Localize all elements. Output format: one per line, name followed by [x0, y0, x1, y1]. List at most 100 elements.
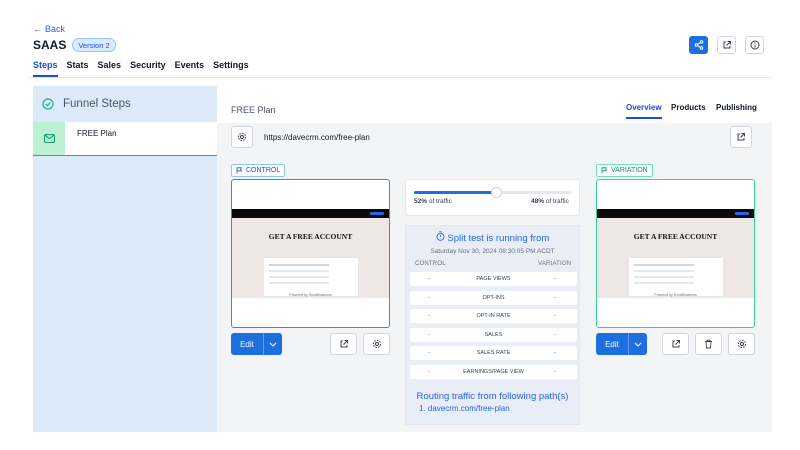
control-traffic: 52% of traffic	[414, 198, 452, 205]
traffic-slider-handle[interactable]	[490, 187, 502, 198]
metric-name: SALES	[484, 332, 503, 338]
tab-events[interactable]: Events	[175, 60, 205, 77]
variation-open-button[interactable]	[662, 333, 689, 355]
gear-icon	[737, 339, 746, 349]
open-external-button[interactable]	[717, 36, 736, 54]
preview-footer: Powered by SmallBusiness	[289, 293, 332, 297]
control-edit-dropdown[interactable]	[263, 333, 282, 355]
url-settings-button[interactable]	[231, 126, 253, 148]
variation-edit-dropdown[interactable]	[628, 333, 647, 355]
traffic-slider[interactable]	[414, 187, 572, 198]
email-icon	[33, 122, 65, 155]
metric-variation: -	[554, 295, 556, 301]
metric-row: - PAGE VIEWS -	[410, 272, 577, 286]
page-title: SAAS	[33, 38, 67, 52]
preview-navbar	[597, 209, 754, 218]
open-url-button[interactable]	[730, 126, 752, 148]
flag-icon	[236, 167, 243, 174]
preview-form	[628, 257, 724, 297]
control-open-button[interactable]	[330, 333, 357, 355]
info-button[interactable]	[745, 36, 764, 54]
split-test-title: Split test is running from	[405, 231, 580, 244]
metric-name: EARNINGS/PAGE VIEW	[463, 369, 524, 375]
preview-heading: GET A FREE ACCOUNT	[268, 232, 353, 241]
metric-row: - EARNINGS/PAGE VIEW -	[410, 365, 577, 379]
step-title: FREE Plan	[231, 105, 276, 115]
metric-row: - SALES -	[410, 328, 577, 342]
tab-publishing[interactable]: Publishing	[716, 103, 757, 112]
sidebar: Funnel Steps FREE Plan	[33, 86, 217, 432]
tab-overview[interactable]: Overview	[626, 103, 662, 119]
version-badge: Version 2	[72, 38, 116, 52]
sidebar-item-free-plan[interactable]: FREE Plan	[33, 122, 217, 156]
gear-icon	[237, 132, 247, 142]
traffic-slider-fill	[414, 191, 497, 194]
variation-edit-group: Edit	[596, 333, 647, 355]
sidebar-title: Funnel Steps	[63, 98, 131, 110]
metric-row: - OPT-IN RATE -	[410, 309, 577, 323]
routing-path-link[interactable]: 1. davecrm.com/free-plan	[419, 404, 510, 413]
tab-security[interactable]: Security	[130, 60, 166, 77]
sidebar-item-label: FREE Plan	[77, 129, 117, 138]
metric-variation: -	[554, 276, 556, 282]
col-control: CONTROL	[415, 261, 446, 267]
metric-name: SALES RATE	[476, 350, 511, 356]
variation-traffic-label: of traffic	[545, 198, 569, 205]
metric-variation: -	[554, 313, 556, 319]
trash-icon	[705, 339, 712, 349]
split-test-title-text: Split test is running from	[447, 233, 550, 244]
metric-name: OPT-INS	[482, 295, 505, 301]
preview-form	[263, 257, 359, 297]
tab-settings[interactable]: Settings	[213, 60, 249, 77]
tab-products[interactable]: Products	[671, 103, 706, 112]
chevron-down-icon	[269, 342, 277, 347]
variation-delete-button[interactable]	[695, 333, 722, 355]
variation-pct: 48%	[531, 198, 545, 205]
metric-variation: -	[554, 350, 556, 356]
title-row: SAAS Version 2	[33, 38, 116, 52]
share-button[interactable]	[689, 36, 708, 54]
tab-steps[interactable]: Steps	[33, 60, 58, 77]
tab-stats[interactable]: Stats	[67, 60, 89, 77]
routing-title: Routing traffic from following path(s)	[416, 391, 569, 402]
control-preview[interactable]: GET A FREE ACCOUNT Powered by SmallBusin…	[231, 179, 390, 328]
control-pct: 52%	[414, 198, 428, 205]
variation-traffic: 48% of traffic	[531, 198, 569, 205]
metric-name: PAGE VIEWS	[476, 276, 511, 282]
control-tag-label: CONTROL	[246, 167, 281, 174]
external-link-icon	[737, 133, 745, 141]
external-link-icon	[723, 41, 731, 49]
step-url[interactable]: https://davecrm.com/free-plan	[264, 133, 370, 142]
info-icon	[750, 40, 759, 50]
variation-preview[interactable]: GET A FREE ACCOUNT Powered by SmallBusin…	[596, 179, 755, 328]
main-tabs: Steps Stats Sales Security Events Settin…	[33, 60, 249, 77]
external-link-icon	[672, 340, 680, 348]
split-test-date: Saturday Nov 30, 2024 08:30:05 PM ACDT	[430, 248, 555, 255]
metric-variation: -	[554, 332, 556, 338]
metric-row: - OPT-INS -	[410, 291, 577, 305]
variation-tag: VARIATION	[596, 164, 653, 177]
gear-icon	[372, 339, 381, 349]
control-edit-group: Edit	[231, 333, 282, 355]
tab-sales[interactable]: Sales	[98, 60, 122, 77]
variation-tag-label: VARIATION	[611, 167, 648, 174]
control-edit-button[interactable]: Edit	[231, 333, 263, 355]
back-label: Back	[45, 24, 66, 34]
arrow-left-icon: ←	[33, 24, 42, 34]
preview-footer: Powered by SmallBusiness	[654, 293, 697, 297]
preview-heading: GET A FREE ACCOUNT	[633, 232, 718, 241]
sidebar-header: Funnel Steps	[33, 86, 217, 122]
header-divider	[28, 77, 772, 78]
stopwatch-icon	[436, 231, 445, 241]
metric-name: OPT-IN RATE	[476, 313, 511, 319]
control-tag: CONTROL	[231, 164, 286, 177]
check-circle-icon	[42, 98, 54, 110]
back-link[interactable]: ← Back	[33, 24, 65, 34]
preview-navbar	[232, 209, 389, 218]
chevron-down-icon	[634, 342, 642, 347]
variation-edit-button[interactable]: Edit	[596, 333, 628, 355]
control-settings-button[interactable]	[363, 333, 390, 355]
metric-row: - SALES RATE -	[410, 346, 577, 360]
col-variation: VARIATION	[538, 261, 572, 267]
variation-settings-button[interactable]	[728, 333, 755, 355]
